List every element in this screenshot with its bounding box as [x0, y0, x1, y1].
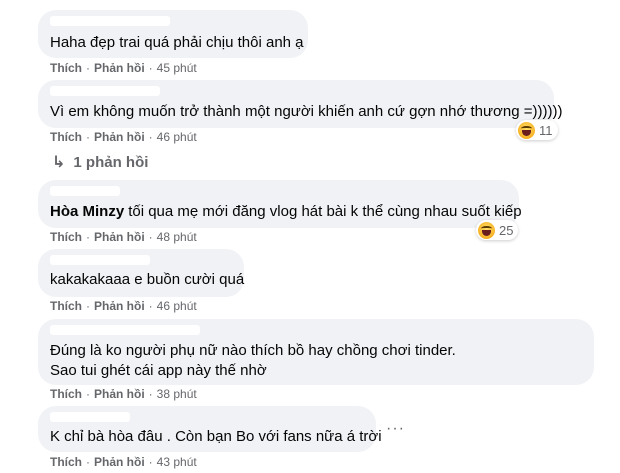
comment-author[interactable]: Hòa Minzy: [50, 203, 124, 220]
comment-bubble: Haha đẹp trai quá phải chịu thôi anh ạ: [38, 10, 308, 58]
separator: ·: [86, 387, 90, 401]
separator: ·: [86, 455, 90, 469]
separator: ·: [86, 61, 90, 75]
comment-meta: Thích · Phản hồi · 43 phút: [50, 455, 197, 469]
view-replies-link[interactable]: ↳ 1 phản hồi: [52, 152, 148, 172]
comment-text: Vì em không muốn trở thành một người khi…: [50, 103, 563, 120]
comment-bubble: Vì em không muốn trở thành một người khi…: [38, 80, 562, 128]
separator: ·: [86, 299, 90, 313]
comment-bubble: Đúng là ko người phụ nữ nào thích bồ hay…: [38, 319, 594, 385]
separator: ·: [148, 299, 153, 313]
like-link[interactable]: Thích: [50, 299, 82, 313]
comment-bubble: K chỉ bà hòa đâu . Còn bạn Bo với fans n…: [38, 406, 382, 452]
haha-reaction-icon: [518, 121, 535, 139]
author-name-redacted: [50, 412, 130, 422]
reply-link[interactable]: Phản hồi: [94, 61, 145, 75]
comment-time: 45 phút: [156, 61, 197, 75]
comment-time: 43 phút: [156, 455, 197, 469]
author-name-redacted: [50, 16, 170, 26]
comment-time: 38 phút: [156, 387, 197, 401]
like-link[interactable]: Thích: [50, 455, 82, 469]
separator: ·: [86, 130, 90, 144]
comment-meta: Thích · Phản hồi · 48 phút: [50, 230, 197, 244]
like-link[interactable]: Thích: [50, 230, 82, 244]
more-options-icon[interactable]: ···: [386, 420, 405, 438]
reply-link[interactable]: Phản hồi: [94, 299, 145, 313]
comment-meta: Thích · Phản hồi · 38 phút: [50, 387, 197, 401]
comment-text: Đúng là ko người phụ nữ nào thích bồ hay…: [50, 342, 456, 379]
author-name-redacted: [50, 186, 120, 196]
author-name-redacted: [50, 255, 150, 265]
comment-text: kakakakaaa e buồn cười quá: [50, 271, 245, 288]
comment-time: 46 phút: [156, 299, 197, 313]
reply-link[interactable]: Phản hồi: [94, 455, 145, 469]
like-link[interactable]: Thích: [50, 130, 82, 144]
author-name-redacted: [50, 325, 200, 335]
like-link[interactable]: Thích: [50, 387, 82, 401]
reply-link[interactable]: Phản hồi: [94, 230, 145, 244]
comment-meta: Thích · Phản hồi · 45 phút: [50, 61, 197, 75]
reply-arrow-icon: ↳: [52, 154, 66, 171]
reply-link[interactable]: Phản hồi: [94, 387, 145, 401]
comment-text: K chỉ bà hòa đâu . Còn bạn Bo với fans n…: [50, 428, 382, 445]
separator: ·: [148, 130, 153, 144]
comment-bubble: Hòa Minzy tối qua mẹ mới đăng vlog hát bà…: [38, 180, 522, 228]
comment-meta: Thích · Phản hồi · 46 phút: [50, 299, 197, 313]
separator: ·: [148, 61, 153, 75]
comment-bubble: kakakakaaa e buồn cười quá: [38, 249, 244, 297]
reaction-count: 11: [539, 122, 553, 138]
comment-time: 48 phút: [156, 230, 197, 244]
reply-link[interactable]: Phản hồi: [94, 130, 145, 144]
separator: ·: [148, 230, 153, 244]
like-link[interactable]: Thích: [50, 61, 82, 75]
reaction-badge[interactable]: 11: [516, 120, 558, 140]
reaction-badge[interactable]: 25: [476, 220, 519, 240]
comment-text: Hòa Minzy tối qua mẹ mới đăng vlog hát bà…: [50, 202, 522, 222]
comment-meta: Thích · Phản hồi · 46 phút: [50, 130, 197, 144]
haha-reaction-icon: [478, 221, 495, 239]
comment-text: Haha đẹp trai quá phải chịu thôi anh ạ: [50, 34, 304, 51]
author-name-redacted: [50, 86, 160, 96]
comment-body: tối qua mẹ mới đăng vlog hát bài k thể c…: [128, 203, 522, 220]
separator: ·: [148, 387, 153, 401]
replies-count-label: 1 phản hồi: [73, 153, 149, 171]
separator: ·: [148, 455, 153, 469]
comment-time: 46 phút: [156, 130, 197, 144]
reaction-count: 25: [499, 222, 514, 238]
separator: ·: [86, 230, 90, 244]
